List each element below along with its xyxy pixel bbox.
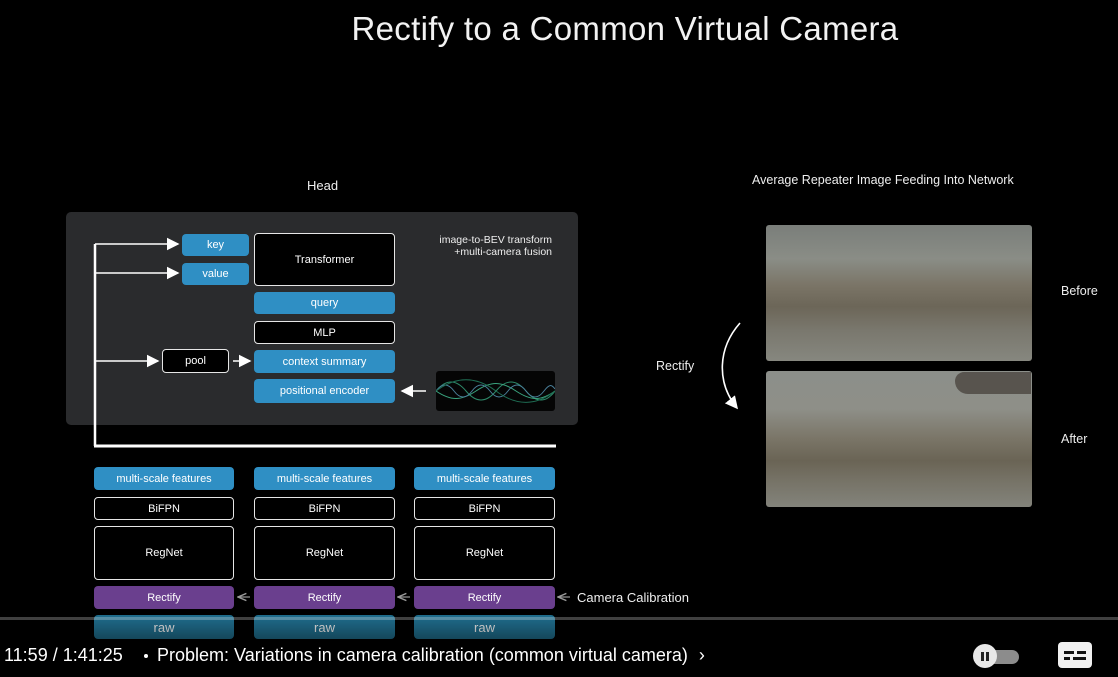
multi-scale-features-block: multi-scale features <box>94 467 234 490</box>
bifpn-block: BiFPN <box>254 497 395 520</box>
multi-scale-features-block: multi-scale features <box>414 467 555 490</box>
head-note-line1: image-to-BEV transform <box>439 234 552 246</box>
repeater-heading: Average Repeater Image Feeding Into Netw… <box>752 173 1014 187</box>
before-image <box>766 225 1032 361</box>
rectify-block: Rectify <box>254 586 395 609</box>
rectify-arrow-label: Rectify <box>656 359 695 373</box>
camera-calibration-label: Camera Calibration <box>577 590 689 605</box>
value-block: value <box>182 263 249 285</box>
multi-scale-features-block: multi-scale features <box>254 467 395 490</box>
subtitles-icon[interactable] <box>1058 642 1092 668</box>
regnet-block: RegNet <box>94 526 234 580</box>
context-summary-block: context summary <box>254 350 395 373</box>
mlp-block: MLP <box>254 321 395 344</box>
transformer-block: Transformer <box>254 233 395 286</box>
after-label: After <box>1061 432 1088 446</box>
chapter-title: Problem: Variations in camera calibratio… <box>157 645 688 665</box>
rectify-block: Rectify <box>414 586 555 609</box>
head-note-line2: +multi-camera fusion <box>454 246 552 258</box>
progress-bar[interactable] <box>0 617 1118 620</box>
bifpn-block: BiFPN <box>414 497 555 520</box>
regnet-block: RegNet <box>414 526 555 580</box>
autoplay-toggle[interactable] <box>973 644 1023 668</box>
separator-dot <box>144 654 148 658</box>
positional-encoder-block: positional encoder <box>254 379 395 403</box>
pause-icon <box>973 644 997 668</box>
before-label: Before <box>1061 284 1098 298</box>
rectify-block: Rectify <box>94 586 234 609</box>
head-note: image-to-BEV transform +multi-camera fus… <box>400 234 552 258</box>
after-image-shadow <box>955 372 1031 394</box>
regnet-block: RegNet <box>254 526 395 580</box>
pool-block: pool <box>162 349 229 373</box>
sinusoid-encoding-graphic <box>436 371 555 411</box>
bifpn-block: BiFPN <box>94 497 234 520</box>
chevron-right-icon: › <box>698 645 705 665</box>
chapter-title-button[interactable]: Problem: Variations in camera calibratio… <box>157 645 705 666</box>
query-block: query <box>254 292 395 314</box>
key-block: key <box>182 234 249 256</box>
time-display: 11:59 / 1:41:25 <box>4 645 123 665</box>
